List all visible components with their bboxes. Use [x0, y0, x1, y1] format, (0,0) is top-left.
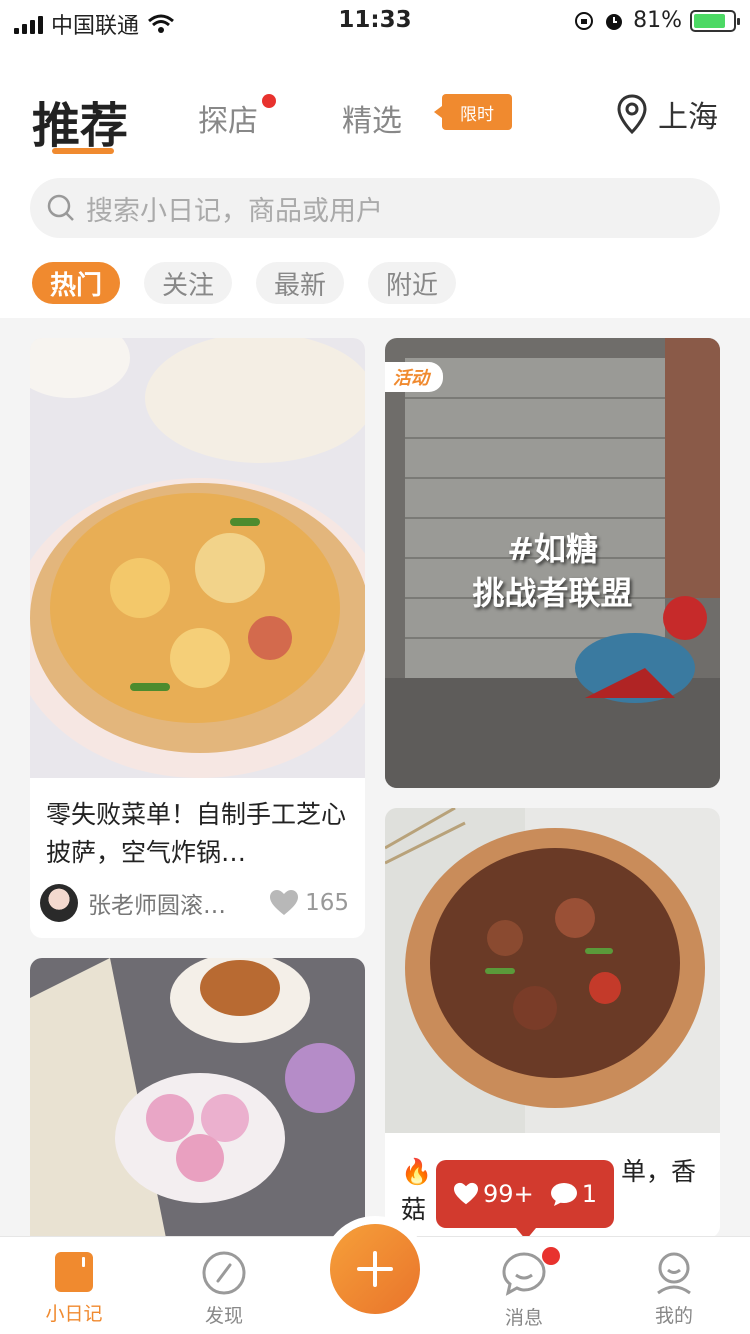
heart-icon [454, 1182, 479, 1205]
location-selector[interactable]: 上海 [616, 92, 718, 136]
activity-line2: 挑战者联盟 [472, 574, 633, 612]
notif-like-count: 99+ [483, 1180, 534, 1208]
filter-latest[interactable]: 最新 [256, 262, 345, 304]
notif-comment-count: 1 [581, 1180, 597, 1208]
limited-badge: 限时 [434, 94, 512, 130]
nav-discover[interactable]: 发现 [174, 1251, 274, 1328]
notif-comments: 1 [550, 1180, 597, 1208]
filter-hot[interactable]: 热门 [32, 262, 121, 304]
search-icon [47, 194, 74, 221]
like-count: 165 [305, 890, 349, 916]
teacup-image [30, 958, 365, 1236]
rotation-lock-icon [575, 11, 594, 30]
compass-icon [202, 1251, 246, 1295]
avatar[interactable] [40, 884, 78, 922]
author-name[interactable]: 张老师圆滚… [88, 886, 269, 920]
filter-chips: 热门 关注 最新 附近 [32, 262, 457, 304]
nav-diary-label: 小日记 [45, 1303, 103, 1325]
nav-messages[interactable]: 消息 [474, 1251, 574, 1330]
nav-discover-label: 发现 [204, 1305, 243, 1327]
tab-selected[interactable]: 精选 [342, 96, 402, 140]
heart-icon [270, 890, 299, 915]
activity-line1: #如糖 [507, 530, 598, 568]
status-right: 81% [573, 8, 740, 33]
notif-likes: 99+ [453, 1180, 534, 1208]
comment-icon [550, 1183, 577, 1206]
filter-follow[interactable]: 关注 [144, 262, 233, 304]
search-input[interactable]: 搜索小日记，商品或用户 [30, 178, 720, 238]
search-placeholder: 搜索小日记，商品或用户 [86, 195, 383, 227]
filter-nearby[interactable]: 附近 [368, 262, 457, 304]
location-pin-icon [617, 94, 647, 134]
header: 推荐 探店 精选 限时 上海 搜索小日记，商品或用户 热门 关注 最新 附近 [0, 44, 750, 318]
feed-card-activity[interactable]: 活动 #如糖 挑战者联盟 [385, 338, 720, 788]
fire-emoji: 🔥 [401, 1157, 433, 1186]
visit-shop-red-dot [262, 94, 276, 108]
battery-percent: 81% [633, 8, 682, 33]
nav-mine-label: 我的 [654, 1305, 693, 1327]
like-button[interactable]: 165 [269, 889, 349, 917]
feed-card-teacup[interactable] [30, 958, 365, 1236]
chat-bubble-icon [502, 1252, 546, 1296]
title-line2: 菇 [401, 1195, 427, 1224]
card-meta: 张老师圆滚… 165 [40, 884, 349, 922]
location-label: 上海 [658, 100, 718, 135]
add-post-button[interactable] [330, 1224, 420, 1314]
tab-active-indicator [52, 148, 114, 154]
feed-card-pizza[interactable]: 零失败菜单！自制手工芝心披萨，空气炸锅… 张老师圆滚… 165 [30, 338, 365, 938]
pizza-image [30, 338, 365, 778]
card-title: 零失败菜单！自制手工芝心披萨，空气炸锅… [46, 800, 347, 867]
activity-tag: 活动 [385, 362, 443, 392]
tab-visit-shop[interactable]: 探店 [198, 96, 258, 140]
nav-diary[interactable]: 小日记 [24, 1251, 124, 1326]
feed: 零失败菜单！自制手工芝心披萨，空气炸锅… 张老师圆滚… 165 活动 #如糖 挑… [0, 318, 750, 1236]
status-bar: 中国联通 11:33 81% [0, 0, 750, 44]
plus-icon [357, 1251, 393, 1287]
nav-mine[interactable]: 我的 [624, 1251, 724, 1328]
tab-recommend[interactable]: 推荐 [32, 86, 128, 156]
top-tabs: 推荐 探店 精选 限时 上海 [32, 84, 718, 164]
alarm-icon [606, 13, 623, 30]
messages-red-dot [542, 1247, 560, 1265]
mushroom-dish-image [385, 808, 720, 1133]
profile-icon [657, 1252, 691, 1295]
diary-icon [55, 1252, 93, 1292]
battery-icon [690, 9, 740, 32]
nav-messages-label: 消息 [504, 1307, 543, 1329]
notification-bubble[interactable]: 99+ 1 [436, 1160, 614, 1240]
title-fragment: 单，香 [621, 1157, 697, 1186]
